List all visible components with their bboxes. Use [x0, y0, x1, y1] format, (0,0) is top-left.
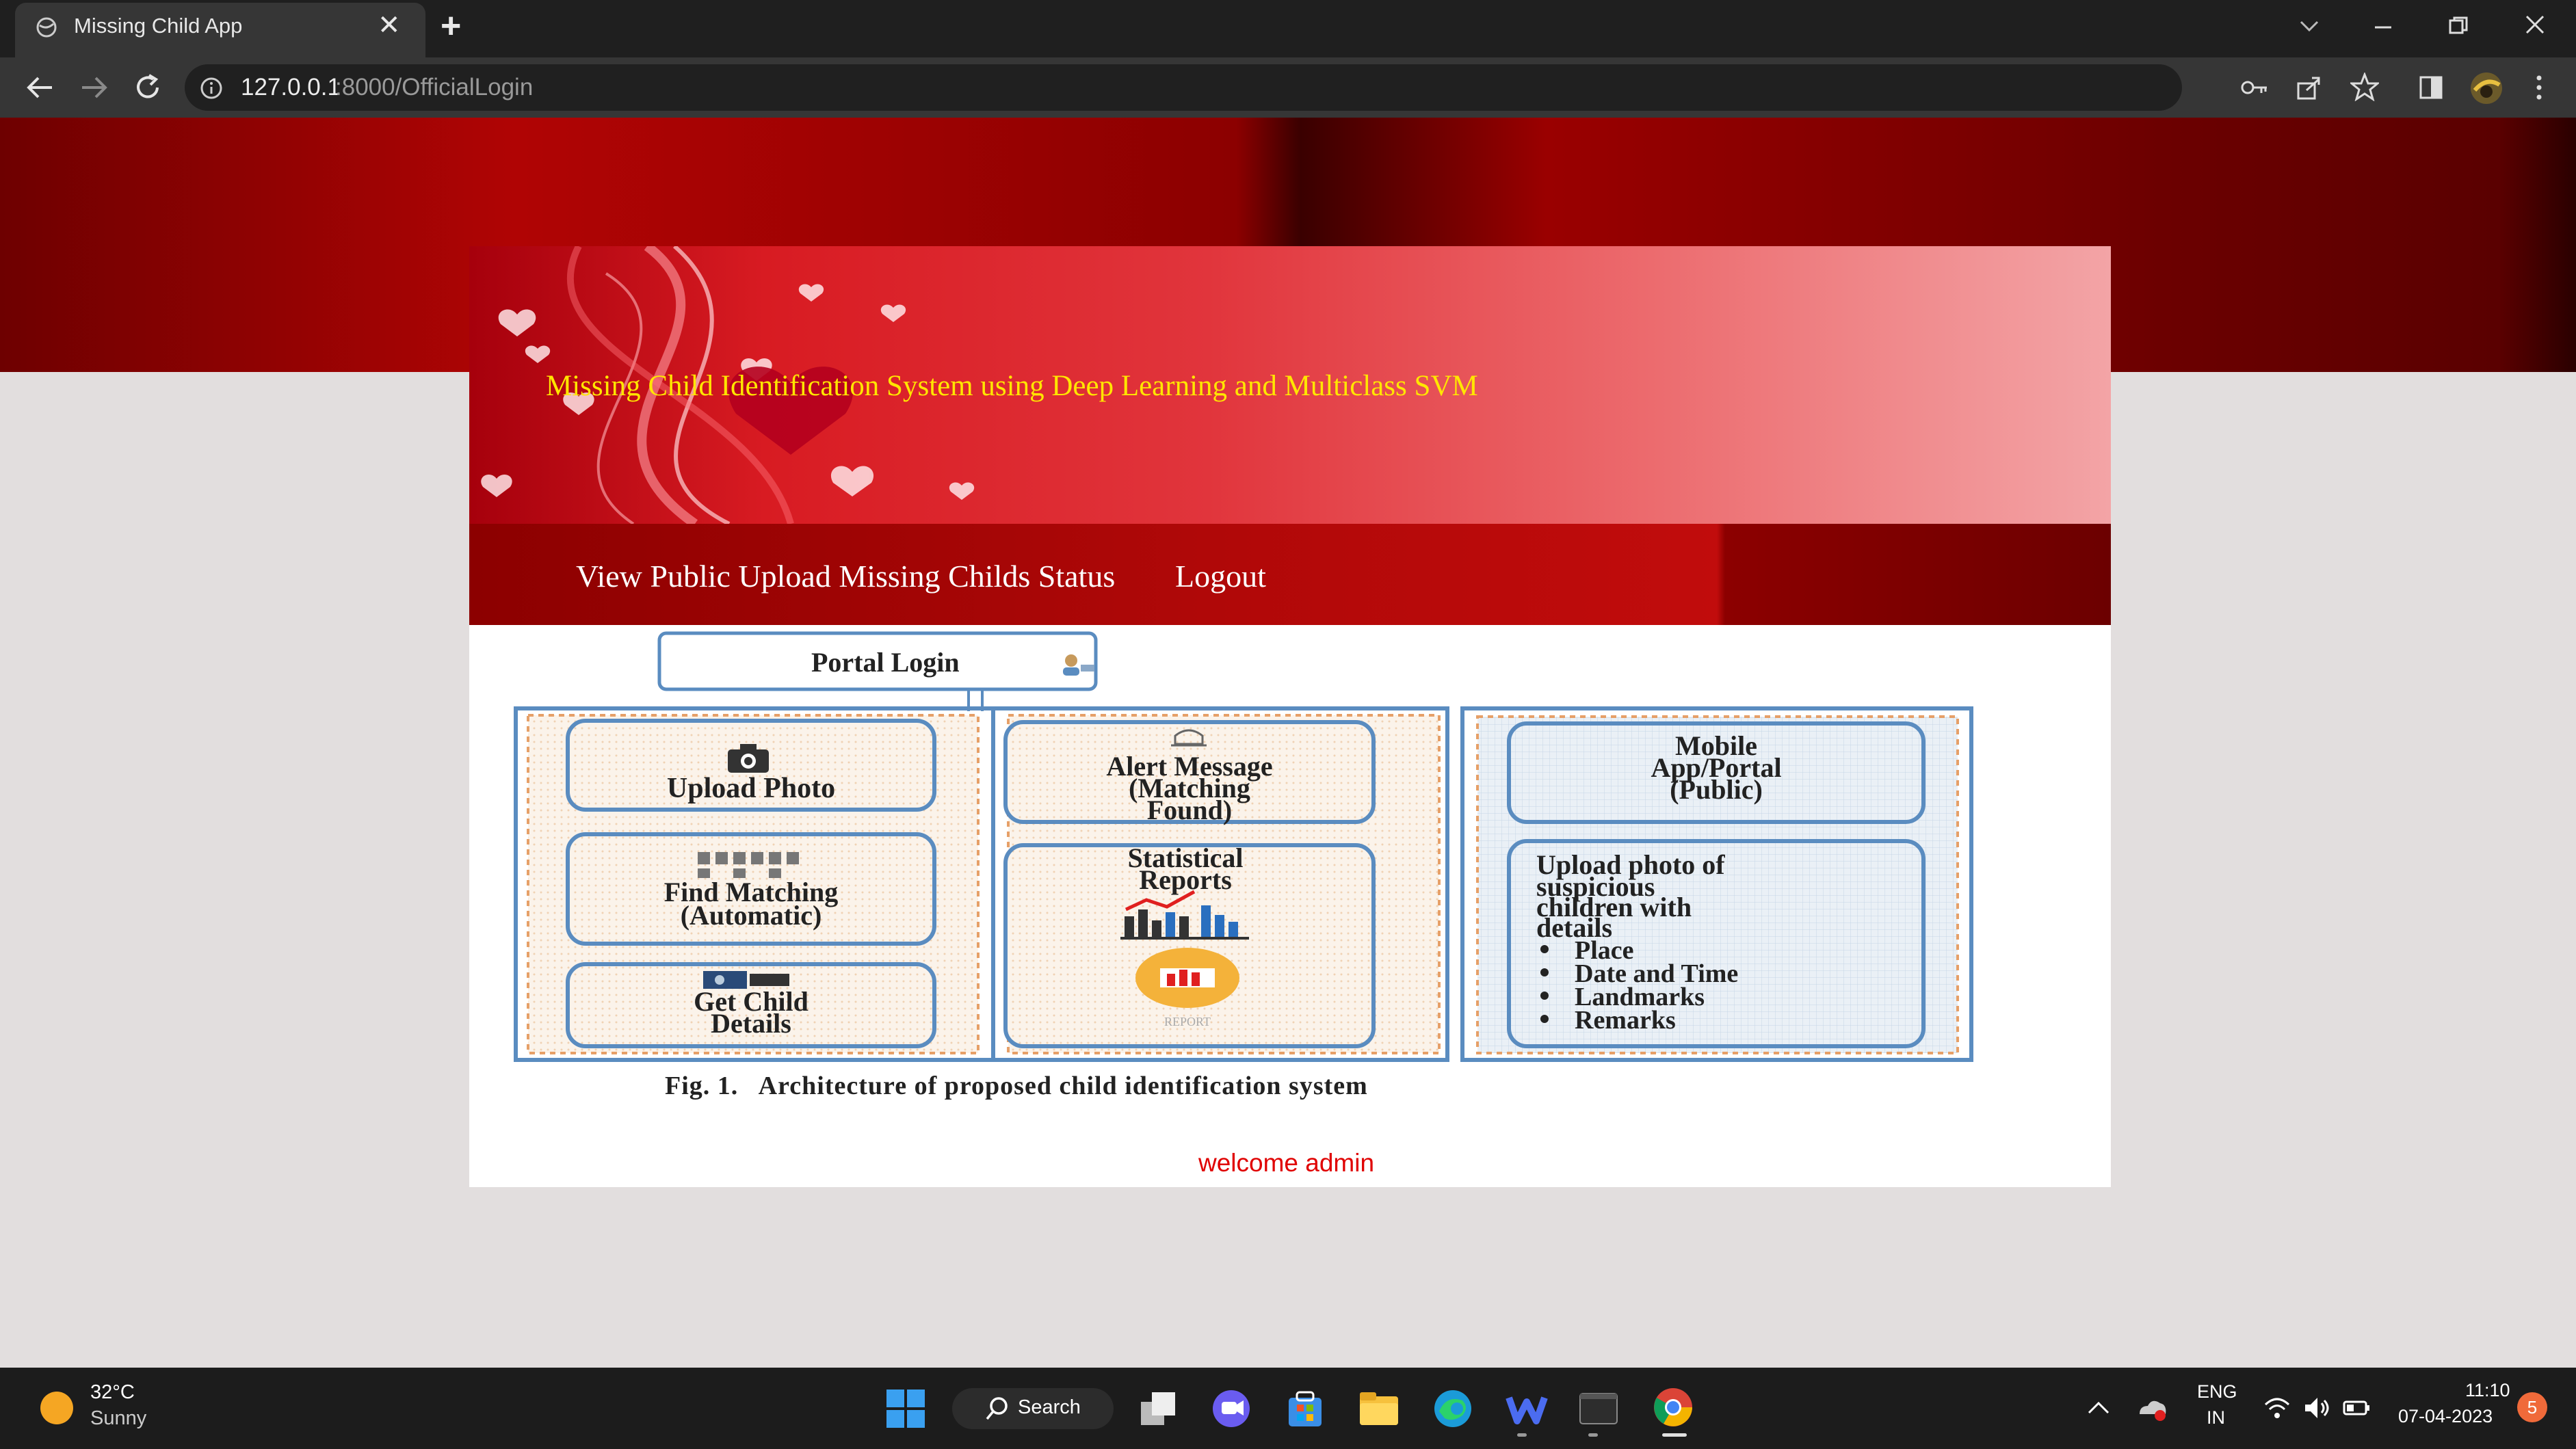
nav-view-status-link[interactable]: View Public Upload Missing Childs Status [576, 558, 1115, 594]
get-child-label-2: Details [711, 1008, 791, 1039]
task-view-icon[interactable] [1138, 1390, 1178, 1428]
menu-kebab-icon[interactable] [2532, 74, 2546, 101]
upload-photo-label: Upload Photo [667, 773, 835, 804]
chat-app-icon[interactable] [1211, 1388, 1252, 1429]
profile-avatar[interactable] [2469, 71, 2503, 105]
new-tab-button[interactable]: + [441, 5, 461, 46]
welcome-message: welcome admin [1198, 1149, 1375, 1177]
search-icon [986, 1397, 1008, 1420]
speaker-icon[interactable] [2302, 1395, 2331, 1421]
chevron-up-icon[interactable] [2086, 1398, 2111, 1418]
restore-icon[interactable] [2447, 15, 2469, 37]
notification-badge[interactable]: 5 [2517, 1392, 2547, 1422]
terminal-running-indicator [1588, 1433, 1598, 1437]
minimize-icon[interactable] [2372, 18, 2394, 40]
weather-desc[interactable]: Sunny [90, 1407, 146, 1430]
mobile-app-label-3: (Public) [1670, 774, 1763, 805]
back-arrow-icon[interactable] [25, 74, 55, 101]
battery-icon[interactable] [2342, 1396, 2372, 1420]
stats-label-2: Reports [1139, 864, 1232, 895]
key-icon[interactable] [2241, 77, 2268, 98]
url-host: 127.0.0.1 [241, 74, 341, 101]
webex-icon[interactable] [1505, 1388, 1549, 1429]
terminal-icon[interactable] [1577, 1388, 1620, 1429]
sun-weather-icon[interactable] [38, 1390, 75, 1426]
clock-date[interactable]: 07-04-2023 [2398, 1406, 2493, 1427]
site-title: Missing Child Identification System usin… [546, 370, 1478, 402]
microsoft-store-icon[interactable] [1285, 1388, 1326, 1429]
close-tab-icon[interactable]: ✕ [378, 10, 401, 41]
share-icon[interactable] [2296, 74, 2323, 101]
reload-icon[interactable] [133, 72, 163, 103]
clock-time[interactable]: 11:10 [2465, 1380, 2510, 1401]
bookmark-star-icon[interactable] [2350, 72, 2379, 101]
wifi-icon[interactable] [2263, 1395, 2291, 1421]
windows-start-icon[interactable] [885, 1388, 926, 1429]
weather-temp[interactable]: 32°C [90, 1381, 135, 1404]
chrome-active-indicator [1662, 1433, 1687, 1437]
language-in[interactable]: IN [2207, 1407, 2225, 1428]
alert-label-3: Found) [1147, 795, 1233, 825]
webex-running-indicator [1517, 1433, 1527, 1437]
side-panel-icon[interactable] [2419, 75, 2443, 100]
tab-title: Missing Child App [74, 14, 243, 38]
chrome-icon[interactable] [1651, 1385, 1695, 1429]
find-matching-label-2: (Automatic) [681, 900, 822, 931]
portal-login-label: Portal Login [811, 647, 960, 678]
language-eng[interactable]: ENG [2197, 1381, 2237, 1403]
close-window-icon[interactable] [2524, 14, 2546, 36]
onedrive-error-icon[interactable] [2134, 1395, 2168, 1422]
site-info-icon[interactable] [200, 77, 223, 100]
nav-logout-link[interactable]: Logout [1175, 558, 1266, 594]
edge-browser-icon[interactable] [1432, 1388, 1473, 1429]
globe-icon [36, 17, 57, 38]
forward-arrow-icon[interactable] [79, 74, 109, 101]
tab-search-chevron-icon[interactable] [2298, 18, 2320, 34]
search-label: Search [1018, 1396, 1081, 1418]
report-small-label: REPORT [1164, 1015, 1211, 1028]
architecture-figure: Portal Login Upload Photo Find Matching … [514, 631, 1973, 1062]
bullet-remarks: Remarks [1575, 1006, 1676, 1035]
url-path: :8000/OfficialLogin [335, 74, 534, 101]
figure-caption: Fig. 1. Architecture of proposed child i… [665, 1072, 1368, 1100]
file-explorer-icon[interactable] [1357, 1388, 1401, 1429]
